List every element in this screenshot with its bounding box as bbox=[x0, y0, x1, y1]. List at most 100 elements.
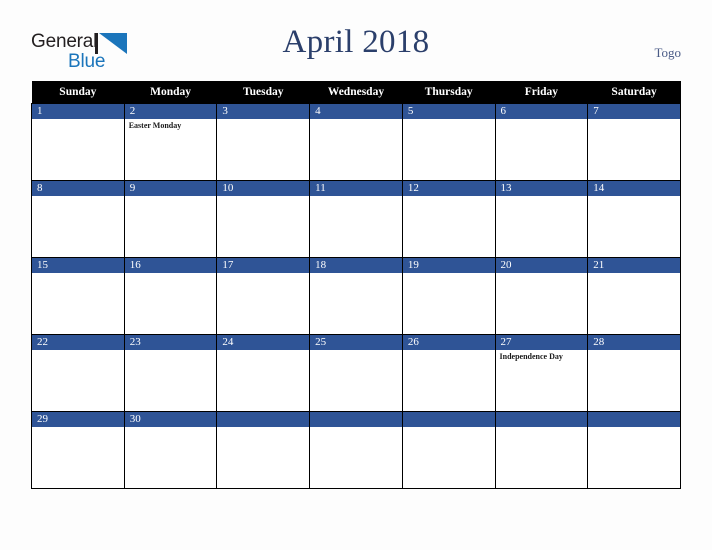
weekday-header-friday: Friday bbox=[495, 81, 588, 104]
calendar-day-cell-empty bbox=[401, 411, 496, 489]
calendar-day-cell[interactable]: 9 bbox=[123, 180, 218, 258]
day-cell-body bbox=[403, 427, 495, 487]
day-number: 7 bbox=[588, 104, 680, 119]
calendar-day-cell[interactable]: 20 bbox=[494, 257, 589, 335]
calendar-day-cell[interactable]: 11 bbox=[309, 180, 403, 258]
day-number: 30 bbox=[124, 412, 217, 427]
day-number: 9 bbox=[124, 181, 217, 196]
calendar-day-cell-empty bbox=[309, 411, 403, 489]
calendar-day-cell[interactable]: 13 bbox=[494, 180, 589, 258]
calendar-day-cell[interactable]: 1 bbox=[31, 103, 125, 181]
calendar-day-cell[interactable]: 17 bbox=[216, 257, 311, 335]
day-number: 28 bbox=[588, 335, 680, 350]
day-cell-body bbox=[125, 350, 217, 410]
calendar-day-cell[interactable]: 16 bbox=[123, 257, 218, 335]
day-number: 15 bbox=[32, 258, 124, 273]
calendar-day-cell[interactable]: 4 bbox=[309, 103, 403, 181]
day-number: 20 bbox=[495, 258, 588, 273]
calendar-day-cell[interactable]: 24 bbox=[216, 334, 311, 412]
calendar-week-row: 1 2 Easter Monday 3 4 5 6 7 bbox=[31, 103, 681, 181]
calendar-week-row: 29 30 bbox=[31, 411, 681, 489]
day-cell-body bbox=[310, 119, 402, 179]
day-cell-body bbox=[217, 350, 309, 410]
day-number: 10 bbox=[217, 181, 310, 196]
day-cell-body bbox=[403, 350, 495, 410]
day-cell-body bbox=[496, 119, 588, 179]
day-cell-body: Independence Day bbox=[496, 350, 588, 410]
calendar-day-cell[interactable]: 10 bbox=[216, 180, 311, 258]
calendar-day-cell[interactable]: 5 bbox=[401, 103, 496, 181]
day-number: 16 bbox=[124, 258, 217, 273]
day-cell-body bbox=[217, 273, 309, 333]
calendar-day-cell[interactable]: 18 bbox=[309, 257, 403, 335]
calendar-day-cell[interactable]: 7 bbox=[587, 103, 681, 181]
weekday-header-monday: Monday bbox=[124, 81, 217, 104]
calendar-day-cell[interactable]: 21 bbox=[587, 257, 681, 335]
day-cell-body bbox=[403, 196, 495, 256]
calendar-day-cell[interactable]: 19 bbox=[401, 257, 496, 335]
day-cell-body bbox=[32, 273, 124, 333]
day-cell-body bbox=[32, 196, 124, 256]
calendar-day-cell[interactable]: 12 bbox=[401, 180, 496, 258]
day-number: 14 bbox=[588, 181, 680, 196]
day-cell-body bbox=[496, 273, 588, 333]
calendar-day-cell[interactable]: 27 Independence Day bbox=[494, 334, 589, 412]
calendar-day-cell-empty bbox=[494, 411, 589, 489]
calendar-day-cell[interactable]: 23 bbox=[123, 334, 218, 412]
day-cell-body bbox=[310, 196, 402, 256]
calendar-day-cell-empty bbox=[216, 411, 311, 489]
weekday-header-sunday: Sunday bbox=[31, 81, 125, 104]
day-cell-body: Easter Monday bbox=[125, 119, 217, 179]
calendar-day-cell[interactable]: 15 bbox=[31, 257, 125, 335]
page-title: April 2018 bbox=[282, 24, 430, 60]
day-number bbox=[588, 412, 680, 427]
day-cell-body bbox=[403, 119, 495, 179]
day-number: 8 bbox=[32, 181, 124, 196]
day-cell-body bbox=[32, 427, 124, 487]
day-cell-body bbox=[403, 273, 495, 333]
calendar-grid: Sunday Monday Tuesday Wednesday Thursday… bbox=[31, 81, 681, 489]
holiday-label: Independence Day bbox=[499, 352, 563, 361]
day-number: 23 bbox=[124, 335, 217, 350]
day-number: 12 bbox=[402, 181, 495, 196]
day-number: 25 bbox=[310, 335, 402, 350]
calendar-day-cell[interactable]: 2 Easter Monday bbox=[123, 103, 218, 181]
country-label: Togo bbox=[654, 45, 681, 60]
calendar-day-cell[interactable]: 3 bbox=[216, 103, 311, 181]
day-number: 2 bbox=[124, 104, 217, 119]
day-cell-body bbox=[588, 427, 680, 487]
day-number: 22 bbox=[32, 335, 124, 350]
day-cell-body bbox=[588, 350, 680, 410]
day-number: 13 bbox=[495, 181, 588, 196]
calendar-day-cell[interactable]: 25 bbox=[309, 334, 403, 412]
holiday-label: Easter Monday bbox=[128, 121, 182, 130]
day-cell-body bbox=[496, 427, 588, 487]
weekday-header-thursday: Thursday bbox=[402, 81, 496, 104]
day-cell-body bbox=[310, 273, 402, 333]
calendar-day-cell[interactable]: 29 bbox=[31, 411, 125, 489]
day-cell-body bbox=[217, 119, 309, 179]
day-cell-body bbox=[588, 196, 680, 256]
day-cell-body bbox=[217, 196, 309, 256]
calendar-day-cell[interactable]: 28 bbox=[587, 334, 681, 412]
day-cell-body bbox=[32, 119, 124, 179]
calendar-header-row: Sunday Monday Tuesday Wednesday Thursday… bbox=[31, 81, 681, 104]
calendar-day-cell[interactable]: 8 bbox=[31, 180, 125, 258]
day-cell-body bbox=[588, 273, 680, 333]
calendar-day-cell[interactable]: 30 bbox=[123, 411, 218, 489]
day-number: 1 bbox=[32, 104, 124, 119]
calendar-week-row: 22 23 24 25 26 27 Independence Day 28 bbox=[31, 334, 681, 412]
day-number bbox=[402, 412, 495, 427]
calendar-week-row: 15 16 17 18 19 20 21 bbox=[31, 257, 681, 335]
day-number: 18 bbox=[310, 258, 402, 273]
day-cell-body bbox=[496, 196, 588, 256]
calendar-day-cell[interactable]: 6 bbox=[494, 103, 589, 181]
day-number: 4 bbox=[310, 104, 402, 119]
day-number: 17 bbox=[217, 258, 310, 273]
calendar-day-cell-empty bbox=[587, 411, 681, 489]
calendar-day-cell[interactable]: 14 bbox=[587, 180, 681, 258]
weekday-header-wednesday: Wednesday bbox=[309, 81, 403, 104]
calendar-day-cell[interactable]: 22 bbox=[31, 334, 125, 412]
calendar-day-cell[interactable]: 26 bbox=[401, 334, 496, 412]
day-number bbox=[495, 412, 588, 427]
